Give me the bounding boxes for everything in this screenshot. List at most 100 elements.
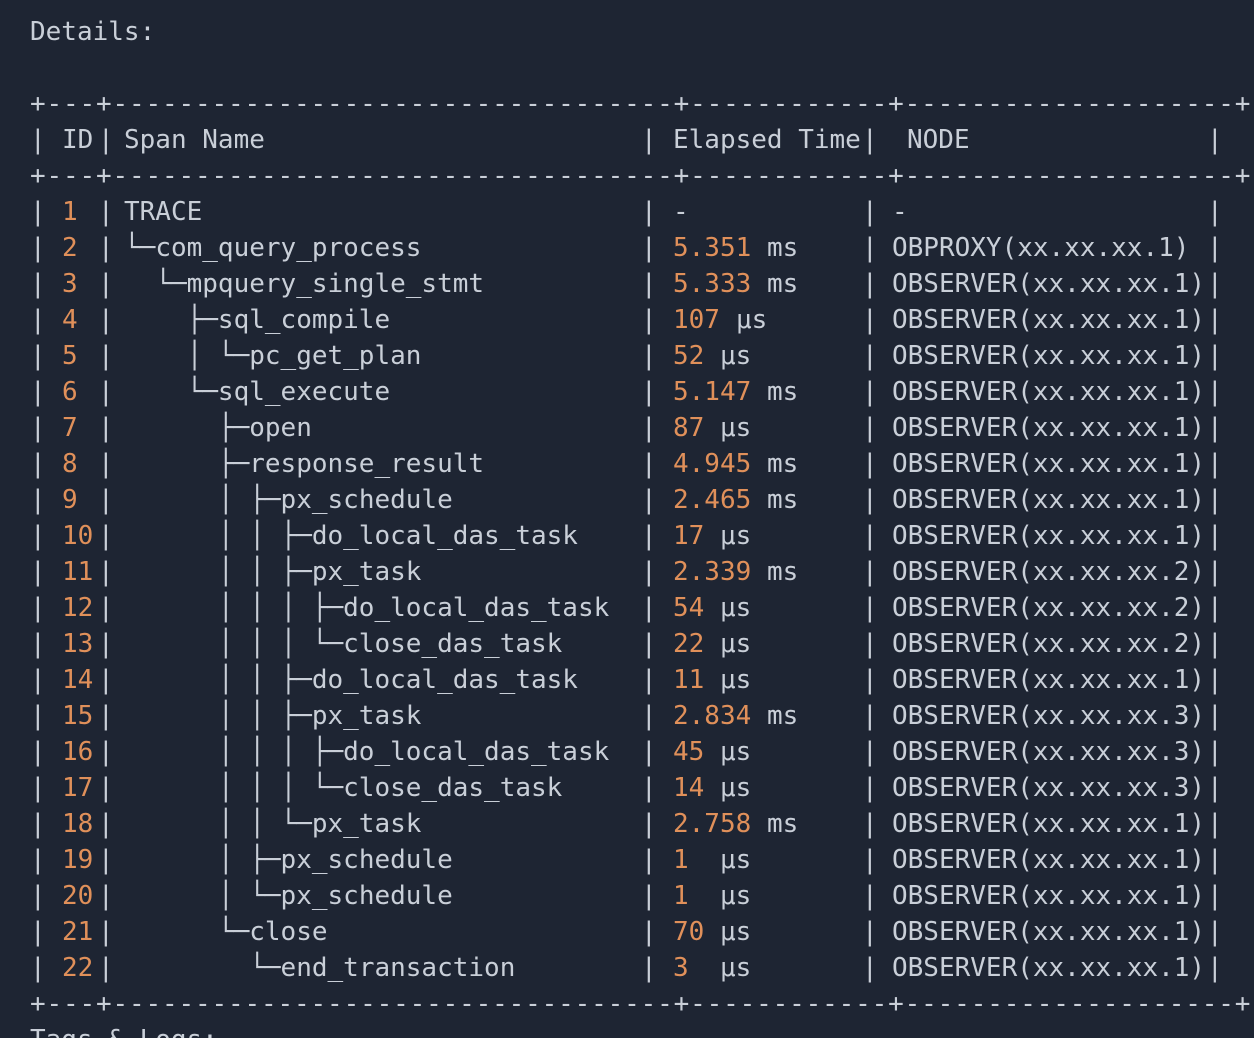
- row-id: 17: [62, 773, 94, 803]
- elapsed-unit: μs: [720, 881, 752, 911]
- table-border-pipe: |: [30, 845, 46, 875]
- table-row[interactable]: | | | | | 11 │ │ ├─px_task 2.339 ms OBSERVER(xx.…: [30, 554, 1230, 590]
- table-border-pipe: |: [98, 809, 114, 839]
- row-node: OBSERVER(xx.xx.xx.2): [892, 593, 1206, 623]
- table-border-pipe: |: [98, 917, 114, 947]
- table-row[interactable]: | | | | | 20 │ └─px_schedule 1 μs OBSERVER(xx.xx…: [30, 878, 1230, 914]
- table-row[interactable]: | | | | | 22 └─end_transaction 3 μs OBSERVER(xx.…: [30, 950, 1230, 986]
- row-id: 8: [62, 449, 78, 479]
- table-border-pipe: |: [30, 521, 46, 551]
- table-border-pipe: |: [1207, 305, 1223, 335]
- row-id: 7: [62, 413, 78, 443]
- table-row[interactable]: | | | | | 16 │ │ │ ├─do_local_das_task 45 μs OBS…: [30, 734, 1230, 770]
- tree-branch: └─: [124, 269, 187, 299]
- table-row[interactable]: | | | | | 3 └─mpquery_single_stmt 5.333 ms OBSER…: [30, 266, 1230, 302]
- row-id: 18: [62, 809, 94, 839]
- span-name-text: do_local_das_task: [343, 737, 610, 767]
- row-span-name: └─end_transaction: [124, 950, 515, 986]
- table-row[interactable]: | | | | | 18 │ │ └─px_task 2.758 ms OBSERVER(xx.…: [30, 806, 1230, 842]
- table-border-pipe: |: [1207, 341, 1223, 371]
- table-border-pipe: |: [98, 845, 114, 875]
- table-border-pipe: |: [1207, 377, 1223, 407]
- table-border-pipe: |: [1207, 521, 1223, 551]
- table-border-pipe: |: [862, 449, 878, 479]
- row-span-name: └─sql_execute: [124, 374, 391, 410]
- table-border-pipe: |: [98, 593, 114, 623]
- table-row[interactable]: | | | | | 5 │ └─pc_get_plan 52 μs OBSERVER(xx.xx…: [30, 338, 1230, 374]
- table-border-pipe: |: [862, 269, 878, 299]
- row-node: -: [892, 197, 908, 227]
- elapsed-value: 54: [673, 593, 705, 623]
- table-row[interactable]: | | | | | 15 │ │ ├─px_task 2.834 ms OBSERVER(xx.…: [30, 698, 1230, 734]
- elapsed-unit: μs: [720, 341, 752, 371]
- table-border-pipe: |: [862, 377, 878, 407]
- table-row[interactable]: | | | | | 14 │ │ ├─do_local_das_task 11 μs OBSER…: [30, 662, 1230, 698]
- span-name-text: px_task: [311, 701, 422, 731]
- elapsed-value: 22: [673, 629, 705, 659]
- tree-branch: ├─: [124, 449, 250, 479]
- table-row[interactable]: | | | | | 17 │ │ │ └─close_das_task 14 μs OBSERV…: [30, 770, 1230, 806]
- table-row[interactable]: | | | | | 9 │ ├─px_schedule 2.465 ms OBSERVER(xx…: [30, 482, 1230, 518]
- row-id: 16: [62, 737, 94, 767]
- elapsed-unit: μs: [720, 737, 752, 767]
- table-border-pipe: |: [98, 269, 114, 299]
- table-border-pipe: |: [641, 629, 657, 659]
- table-border-pipe: |: [30, 557, 46, 587]
- tree-branch: └─: [124, 917, 250, 947]
- elapsed-value: 45: [673, 737, 705, 767]
- row-id: 4: [62, 305, 78, 335]
- row-node: OBSERVER(xx.xx.xx.2): [892, 557, 1206, 587]
- table-row[interactable]: | | | | | 1 TRACE - -: [30, 194, 1230, 230]
- header-elapsed-time: Elapsed Time: [673, 125, 861, 155]
- table-row[interactable]: | | | | | 2 └─com_query_process 5.351 ms OBPROXY(…: [30, 230, 1230, 266]
- elapsed-value: 1: [673, 881, 689, 911]
- span-name-text: do_local_das_task: [343, 593, 610, 623]
- table-border-pipe: |: [641, 413, 657, 443]
- tree-branch: └─: [124, 377, 218, 407]
- table-row[interactable]: | | | | | 21 └─close 70 μs OBSERVER(xx.xx.xx.1): [30, 914, 1230, 950]
- tree-branch: │ ├─: [124, 485, 281, 515]
- table-border-pipe: |: [1207, 917, 1223, 947]
- table-row[interactable]: | | | | | 6 └─sql_execute 5.147 ms OBSERVER(xx.x…: [30, 374, 1230, 410]
- table-border-pipe: |: [98, 449, 114, 479]
- row-id: 12: [62, 593, 94, 623]
- row-node: OBSERVER(xx.xx.xx.1): [892, 521, 1206, 551]
- row-span-name: ├─response_result: [124, 446, 484, 482]
- table-border-pipe: |: [30, 953, 46, 983]
- table-row[interactable]: | | | | | 13 │ │ │ └─close_das_task 22 μs OBSERV…: [30, 626, 1230, 662]
- row-node: OBSERVER(xx.xx.xx.1): [892, 341, 1206, 371]
- table-border-pipe: |: [1207, 485, 1223, 515]
- table-border-pipe: |: [641, 701, 657, 731]
- elapsed-value: 1: [673, 845, 689, 875]
- table-border-pipe: |: [30, 413, 46, 443]
- row-id: 9: [62, 485, 78, 515]
- table-border-pipe: |: [862, 341, 878, 371]
- span-name-text: TRACE: [124, 197, 203, 227]
- table-row[interactable]: | | | | | 10 │ │ ├─do_local_das_task 17 μs OBSER…: [30, 518, 1230, 554]
- table-row[interactable]: | | | | | 12 │ │ │ ├─do_local_das_task 54 μs OBS…: [30, 590, 1230, 626]
- span-name-text: end_transaction: [280, 953, 516, 983]
- span-name-text: px_task: [311, 557, 422, 587]
- table-border-pipe: |: [98, 557, 114, 587]
- table-border-pipe: |: [862, 845, 878, 875]
- table-border-pipe: |: [1207, 845, 1223, 875]
- table-border-pipe: |: [862, 917, 878, 947]
- table-border-pipe: |: [1207, 953, 1223, 983]
- row-span-name: │ ├─px_schedule: [124, 482, 453, 518]
- tree-branch: ├─: [124, 413, 250, 443]
- table-border-pipe: |: [98, 125, 114, 155]
- elapsed-value: 5.147: [673, 377, 752, 407]
- table-row[interactable]: | | | | | 19 │ ├─px_schedule 1 μs OBSERVER(xx.xx…: [30, 842, 1230, 878]
- row-node: OBPROXY(xx.xx.xx.1): [892, 233, 1190, 263]
- table-row[interactable]: | | | | | 8 ├─response_result 4.945 ms OBSERVER(…: [30, 446, 1230, 482]
- elapsed-value: 4.945: [673, 449, 752, 479]
- tree-branch: │ └─: [124, 881, 281, 911]
- elapsed-value: 2.339: [673, 557, 752, 587]
- table-row[interactable]: | | | | | 4 ├─sql_compile 107 μs OBSERVER(xx.xx.…: [30, 302, 1230, 338]
- table-row[interactable]: | | | | | 7 ├─open 87 μs OBSERVER(xx.xx.xx.1): [30, 410, 1230, 446]
- table-border-pipe: |: [641, 449, 657, 479]
- span-name-text: pc_get_plan: [249, 341, 422, 371]
- table-border-pipe: |: [641, 305, 657, 335]
- table-border-pipe: |: [1207, 701, 1223, 731]
- tree-branch: └─: [124, 233, 156, 263]
